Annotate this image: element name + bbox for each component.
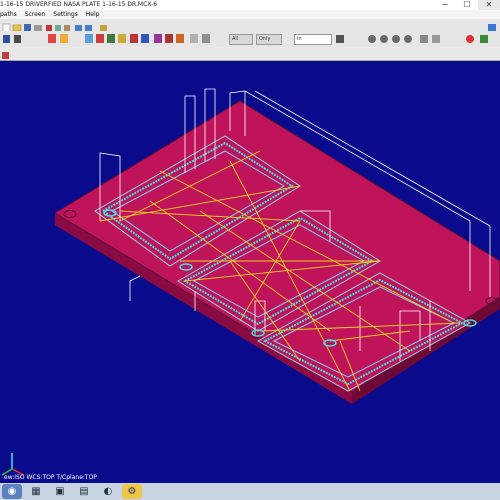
solid-select-icon[interactable] (368, 35, 376, 43)
maximize-button[interactable]: ☐ (456, 0, 478, 10)
toolpath-model[interactable] (0, 61, 500, 483)
close-button[interactable]: ✕ (478, 0, 500, 10)
menu-item-help[interactable]: Help (86, 11, 100, 18)
menu-item-settings[interactable]: Settings (53, 11, 78, 18)
view-status-text: ew:ISO WCS:TOP T/Cplane:TOP (4, 474, 97, 481)
verify-icon[interactable] (432, 35, 440, 43)
no-entry-icon[interactable] (466, 35, 474, 43)
menu-item-paths[interactable]: paths (0, 11, 17, 18)
menu-bar: paths Screen Settings Help (0, 10, 500, 19)
file-explorer-icon[interactable]: ▦ (26, 484, 46, 499)
verify-select-icon[interactable] (336, 35, 344, 43)
title-bar: 1-16-15 DRIVERFIED NASA PLATE 1-16-15 DR… (0, 0, 500, 10)
minimize-button[interactable]: − (434, 0, 456, 10)
taskbar: ◉ ▦ ▣ ▤ ◐ ⚙ (0, 483, 500, 500)
toolbar-sketch (0, 47, 500, 61)
folder-icon[interactable]: ◐ (98, 484, 118, 499)
mastercam-icon[interactable]: ▣ (50, 484, 70, 499)
menu-item-screen[interactable]: Screen (25, 11, 46, 18)
mask-icon[interactable] (420, 35, 428, 43)
body-select-icon[interactable] (392, 35, 400, 43)
axis-triad-icon (1, 453, 25, 476)
window-title: 1-16-15 DRIVERFIED NASA PLATE 1-16-15 DR… (0, 1, 158, 8)
window-controls: − ☐ ✕ (434, 0, 500, 10)
windows-start-icon[interactable]: ◉ (2, 484, 22, 499)
point-icon[interactable] (2, 52, 9, 59)
toolbar-view-icons-right (336, 35, 488, 43)
clear-colors-icon[interactable] (480, 35, 488, 43)
face-select-icon[interactable] (380, 35, 388, 43)
calculator-icon[interactable]: ▤ (74, 484, 94, 499)
edge-select-icon[interactable] (404, 35, 412, 43)
toolbar-standard (0, 19, 500, 33)
graphics-viewport[interactable]: ew:ISO WCS:TOP T/Cplane:TOP (0, 61, 500, 483)
toolbar-view: All Only In (0, 31, 500, 48)
gear-icon[interactable]: ⚙ (122, 484, 142, 499)
